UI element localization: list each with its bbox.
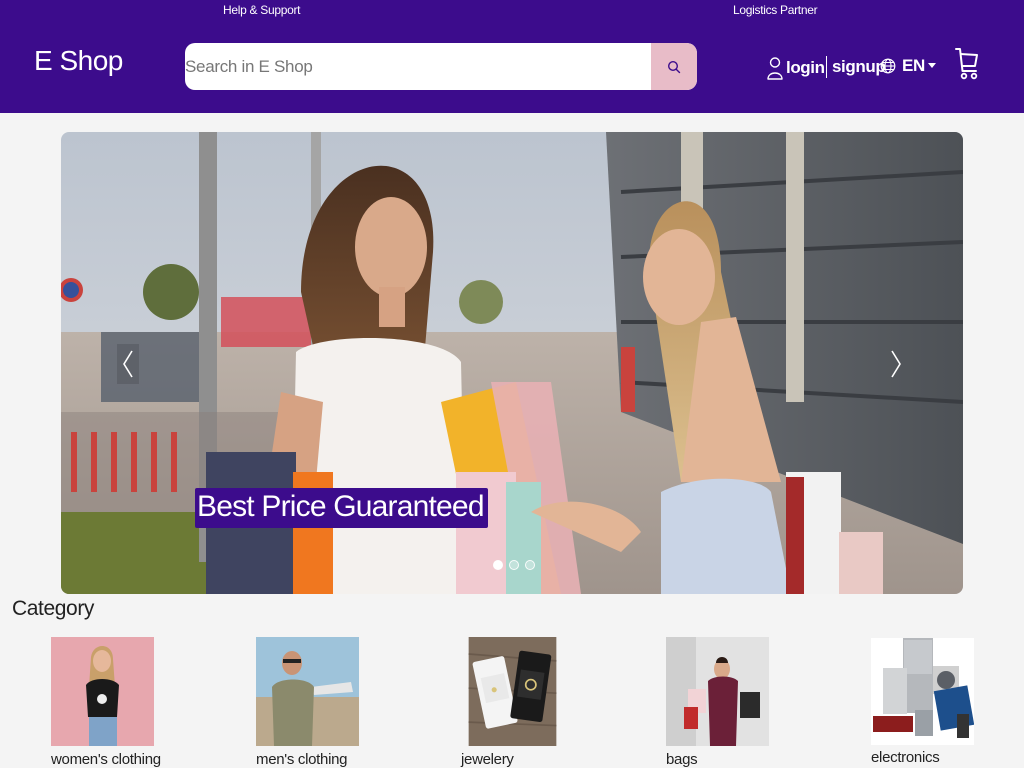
caret-down-icon bbox=[927, 63, 936, 68]
category-heading: Category bbox=[12, 597, 95, 620]
mens-clothing-image bbox=[256, 637, 359, 746]
search-icon bbox=[667, 60, 681, 73]
category-label: jewelery bbox=[461, 751, 514, 768]
language-selector[interactable]: EN bbox=[880, 56, 936, 76]
login-label: login bbox=[786, 58, 825, 77]
help-support-link[interactable]: Help & Support bbox=[223, 3, 300, 17]
bags-image bbox=[666, 637, 769, 746]
category-card-womens-clothing[interactable]: women's clothing bbox=[51, 637, 161, 768]
category-label: women's clothing bbox=[51, 751, 161, 768]
signup-button[interactable]: signup bbox=[826, 56, 886, 78]
signup-divider bbox=[826, 56, 827, 78]
signup-label: signup bbox=[832, 57, 886, 76]
logistics-partner-link[interactable]: Logistics Partner bbox=[733, 3, 818, 17]
category-card-electronics[interactable]: electronics bbox=[871, 637, 976, 766]
search-button[interactable] bbox=[651, 43, 697, 90]
electronics-image bbox=[871, 638, 975, 745]
language-label: EN bbox=[902, 56, 925, 75]
carousel-prev-button[interactable] bbox=[117, 344, 139, 384]
carousel-caption: Best Price Guaranteed bbox=[195, 488, 488, 528]
category-card-mens-clothing[interactable]: men's clothing bbox=[256, 637, 361, 768]
category-card-bags[interactable]: bags bbox=[666, 637, 771, 768]
site-header: Help & Support Logistics Partner E Shop … bbox=[0, 0, 1024, 113]
category-card-jewelery[interactable]: jewelery bbox=[461, 637, 566, 768]
category-label: men's clothing bbox=[256, 751, 348, 768]
search-bar bbox=[185, 43, 697, 90]
carousel-next-button[interactable] bbox=[885, 344, 907, 384]
site-logo[interactable]: E Shop bbox=[34, 45, 123, 77]
cart-icon bbox=[955, 48, 978, 80]
category-label: bags bbox=[666, 751, 698, 768]
login-button[interactable]: login bbox=[767, 56, 825, 80]
carousel-indicators bbox=[493, 560, 535, 570]
carousel-dot-3[interactable] bbox=[525, 560, 535, 570]
carousel-dot-1[interactable] bbox=[493, 560, 503, 570]
globe-icon bbox=[880, 58, 896, 74]
category-label: electronics bbox=[871, 749, 940, 766]
womens-clothing-image bbox=[51, 637, 154, 746]
search-input[interactable] bbox=[185, 43, 651, 90]
cart-button[interactable] bbox=[955, 46, 979, 85]
user-icon bbox=[767, 57, 783, 80]
chevron-left-icon bbox=[123, 350, 133, 378]
chevron-right-icon bbox=[891, 350, 901, 378]
carousel-dot-2[interactable] bbox=[509, 560, 519, 570]
hero-carousel[interactable]: Best Price Guaranteed bbox=[61, 132, 963, 594]
jewelery-image bbox=[468, 637, 557, 746]
